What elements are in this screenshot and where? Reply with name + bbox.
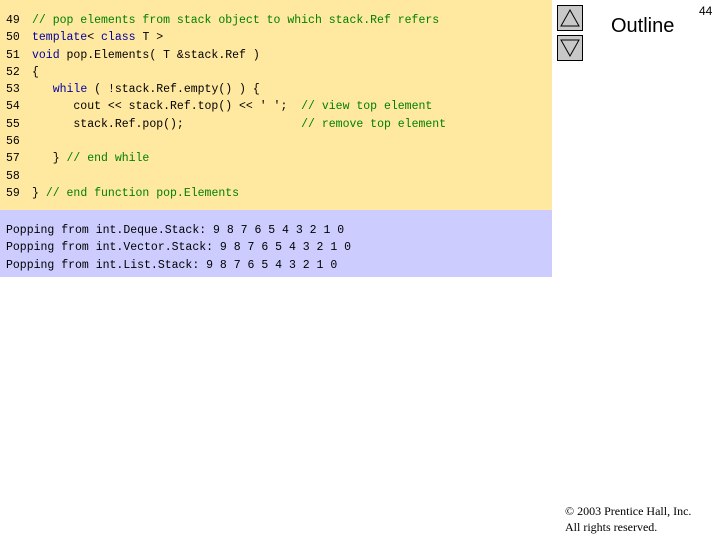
line-number: 53 — [6, 83, 20, 96]
code-line: 57 } // end while — [6, 150, 149, 167]
code-line: 55 stack.Ref.pop(); // remove top elemen… — [6, 116, 446, 133]
code-keyword: void — [32, 49, 60, 62]
code-keyword: template — [32, 31, 88, 44]
code-text: cout << stack.Ref.top() << ' '; — [32, 100, 302, 113]
code-line: 54 cout << stack.Ref.top() << ' '; // vi… — [6, 98, 432, 115]
output-line: Popping from int.Deque.Stack: 9 8 7 6 5 … — [6, 224, 345, 237]
code-keyword: class — [101, 31, 136, 44]
down-triangle-icon — [560, 39, 580, 57]
code-line: 51 void pop.Elements( T &stack.Ref ) — [6, 47, 260, 64]
code-text: T > — [135, 31, 164, 44]
line-number: 59 — [6, 187, 20, 200]
output-panel: Popping from int.Deque.Stack: 9 8 7 6 5 … — [0, 210, 552, 277]
code-comment: // end while — [66, 152, 150, 165]
code-line: 59} // end function pop.Elements — [6, 185, 239, 202]
code-comment: // pop elements from stack object to whi… — [32, 14, 440, 27]
line-number: 58 — [6, 170, 20, 183]
code-line: 53 while ( !stack.Ref.empty() ) { — [6, 81, 260, 98]
code-comment: // view top element — [301, 100, 433, 113]
output-line: Popping from int.List.Stack: 9 8 7 6 5 4… — [6, 259, 338, 272]
next-slide-button[interactable] — [557, 35, 583, 61]
code-comment: // remove top element — [301, 118, 447, 131]
code-line: 56 — [6, 133, 32, 150]
line-number: 57 — [6, 152, 20, 165]
code-text: stack.Ref.pop(); — [32, 118, 302, 131]
code-text: < — [87, 31, 102, 44]
code-keyword: while — [52, 83, 88, 96]
line-number: 54 — [6, 100, 20, 113]
outline-label[interactable]: Outline — [611, 15, 674, 38]
code-text: ( !stack.Ref.empty() ) { — [87, 83, 260, 96]
code-line: 52 { — [6, 64, 39, 81]
code-comment: // end function pop.Elements — [45, 187, 240, 200]
page-number: 44 — [699, 4, 713, 18]
copyright-line-2: All rights reserved. — [565, 520, 658, 534]
code-panel: 49 // pop elements from stack object to w… — [0, 0, 552, 210]
code-line: 49 // pop elements from stack object to w… — [6, 12, 439, 29]
line-number: 50 — [6, 31, 20, 44]
up-triangle-icon — [560, 9, 580, 27]
output-line: Popping from int.Vector.Stack: 9 8 7 6 5… — [6, 241, 352, 254]
code-text: } — [32, 187, 46, 200]
line-number: 56 — [6, 135, 20, 148]
copyright-notice: © 2003 Prentice Hall, Inc. All rights re… — [565, 503, 691, 535]
previous-slide-button[interactable] — [557, 5, 583, 31]
copyright-line-1: © 2003 Prentice Hall, Inc. — [565, 504, 692, 518]
code-line: 58 — [6, 168, 32, 185]
line-number: 55 — [6, 118, 20, 131]
line-number: 49 — [6, 14, 20, 27]
code-text: } — [32, 152, 67, 165]
code-text: { — [32, 66, 39, 79]
line-number: 52 — [6, 66, 20, 79]
code-line: 50 template< class T > — [6, 29, 163, 46]
code-text: pop.Elements( T &stack.Ref ) — [59, 49, 260, 62]
line-number: 51 — [6, 49, 20, 62]
